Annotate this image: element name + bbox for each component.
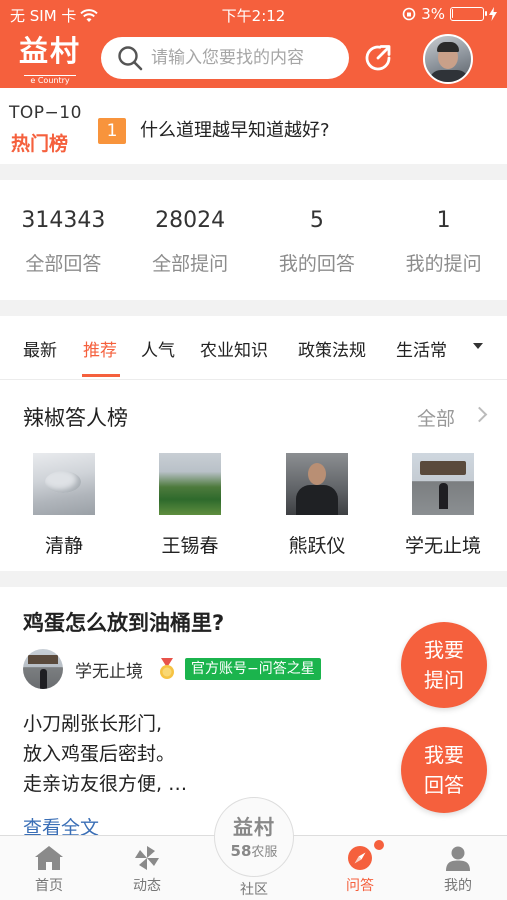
notification-dot — [374, 840, 384, 850]
stat-label: 全部回答 — [25, 253, 102, 275]
community-sub-num: 58 — [230, 842, 252, 860]
status-right-group: 3% — [402, 5, 497, 23]
community-sub-text: 农服 — [251, 845, 278, 860]
hot-list-top-label: TOP−10 — [9, 103, 82, 123]
battery-icon — [450, 7, 487, 21]
ranking-all-link[interactable]: 全部 — [417, 404, 455, 431]
nav-qa[interactable]: 问答 — [320, 844, 400, 895]
nav-home[interactable]: 首页 — [9, 844, 89, 895]
hot-question-link[interactable]: 什么道理越早知道越好? — [140, 118, 330, 144]
author-name[interactable]: 学无止境 — [75, 657, 143, 682]
category-tabs: 最新 推荐 人气 农业知识 政策法规 生活常 — [0, 316, 507, 380]
battery-percent: 3% — [421, 5, 445, 23]
logo-text: 益村 — [18, 34, 81, 68]
answer-line-1: 我要 — [424, 743, 464, 767]
answer-line: 放入鸡蛋后密封。 — [23, 743, 176, 765]
stat-all-questions[interactable]: 28024 全部提问 — [127, 180, 254, 300]
user-avatar[interactable] — [423, 34, 473, 84]
answer-author[interactable]: 学无止境 官方账号−问答之星 — [23, 649, 321, 689]
search-input[interactable] — [151, 48, 341, 68]
medal-icon — [160, 658, 174, 679]
ask-line-1: 我要 — [424, 638, 464, 662]
tab-popular[interactable]: 人气 — [141, 336, 175, 361]
answer-line: 小刀剐张长形门, — [23, 713, 163, 735]
nav-label: 问答 — [346, 878, 374, 894]
tab-policy[interactable]: 政策法规 — [298, 336, 366, 361]
active-tab-indicator — [82, 374, 120, 377]
ranking-person[interactable]: 学无止境 — [398, 453, 488, 558]
answer-line-2: 回答 — [424, 773, 464, 797]
home-icon — [35, 846, 63, 870]
stat-value: 5 — [309, 208, 324, 233]
nav-label: 我的 — [444, 878, 472, 894]
share-arrow-icon[interactable] — [361, 41, 395, 75]
pinwheel-icon — [135, 846, 159, 870]
battery-fill — [452, 9, 453, 18]
person-photo — [33, 453, 95, 515]
stat-value: 314343 — [21, 208, 106, 233]
hot-list-bar[interactable]: TOP−10 热门榜 1 什么道理越早知道越好? — [0, 88, 507, 164]
stat-label: 我的提问 — [405, 253, 482, 275]
nav-label: 首页 — [35, 878, 63, 894]
hot-rank-badge: 1 — [98, 118, 126, 144]
stat-label: 全部提问 — [152, 253, 229, 275]
person-name: 王锡春 — [161, 535, 219, 557]
stat-label: 我的回答 — [278, 253, 355, 275]
answer-line: 走亲访友很方便, … — [23, 773, 188, 795]
stat-value: 1 — [436, 208, 451, 233]
ranking-person[interactable]: 清静 — [19, 453, 109, 558]
nav-label: 动态 — [133, 878, 161, 894]
author-avatar[interactable] — [23, 649, 63, 689]
nav-feed[interactable]: 动态 — [107, 844, 187, 895]
search-icon — [118, 46, 143, 71]
ranking-person[interactable]: 王锡春 — [145, 453, 235, 558]
read-full-link[interactable]: 查看全文 — [23, 813, 99, 835]
logo-subtext: e Country — [24, 75, 76, 86]
status-bar: 无 SIM 卡 下午2:12 3% — [0, 0, 507, 28]
orientation-lock-icon — [402, 7, 416, 21]
person-name: 熊跃仪 — [288, 535, 346, 557]
compass-icon — [348, 846, 372, 870]
question-title[interactable]: 鸡蛋怎么放到油桶里? — [23, 607, 224, 637]
ask-question-button[interactable]: 我要 提问 — [401, 622, 487, 708]
ranking-person[interactable]: 熊跃仪 — [272, 453, 362, 558]
person-photo — [159, 453, 221, 515]
chevron-right-icon[interactable] — [471, 406, 488, 423]
tab-latest[interactable]: 最新 — [23, 336, 57, 361]
ranking-title: 辣椒答人榜 — [23, 406, 128, 430]
ask-line-2: 提问 — [424, 668, 464, 692]
search-bar[interactable] — [101, 37, 349, 79]
stat-my-questions[interactable]: 1 我的提问 — [380, 180, 507, 300]
person-photo — [286, 453, 348, 515]
person-name: 学无止境 — [404, 535, 481, 557]
person-icon — [446, 846, 470, 871]
tab-agri-knowledge[interactable]: 农业知识 — [200, 336, 268, 361]
official-badge: 官方账号−问答之星 — [185, 658, 321, 680]
app-logo[interactable]: 益村 e Country — [12, 34, 88, 85]
stats-panel: 314343 全部回答 28024 全部提问 5 我的回答 1 我的提问 — [0, 180, 507, 300]
charging-bolt-icon — [489, 7, 497, 21]
tab-life[interactable]: 生活常 — [396, 336, 447, 361]
chevron-down-icon[interactable] — [473, 343, 483, 349]
community-logo-text: 益村 — [233, 815, 275, 839]
hot-list-title: 热门榜 — [11, 133, 69, 155]
nav-community-label[interactable]: 社区 — [214, 879, 294, 899]
tab-recommended[interactable]: 推荐 — [83, 336, 117, 361]
stat-all-answers[interactable]: 314343 全部回答 — [0, 180, 127, 300]
stat-value: 28024 — [155, 208, 226, 233]
app-header: 无 SIM 卡 下午2:12 3% 益村 e Country — [0, 0, 507, 88]
expert-ranking: 辣椒答人榜 全部 清静 王锡春 熊跃仪 学无止境 — [0, 380, 507, 571]
answer-excerpt[interactable]: 小刀剐张长形门, 放入鸡蛋后密封。 走亲访友很方便, … — [23, 709, 187, 799]
community-subtext: 58农服 — [215, 841, 293, 860]
answer-question-button[interactable]: 我要 回答 — [401, 727, 487, 813]
nav-community-button[interactable]: 益村 58农服 — [214, 797, 294, 877]
nav-profile[interactable]: 我的 — [418, 844, 498, 895]
person-photo — [412, 453, 474, 515]
stat-my-answers[interactable]: 5 我的回答 — [254, 180, 381, 300]
person-name: 清静 — [44, 535, 83, 557]
